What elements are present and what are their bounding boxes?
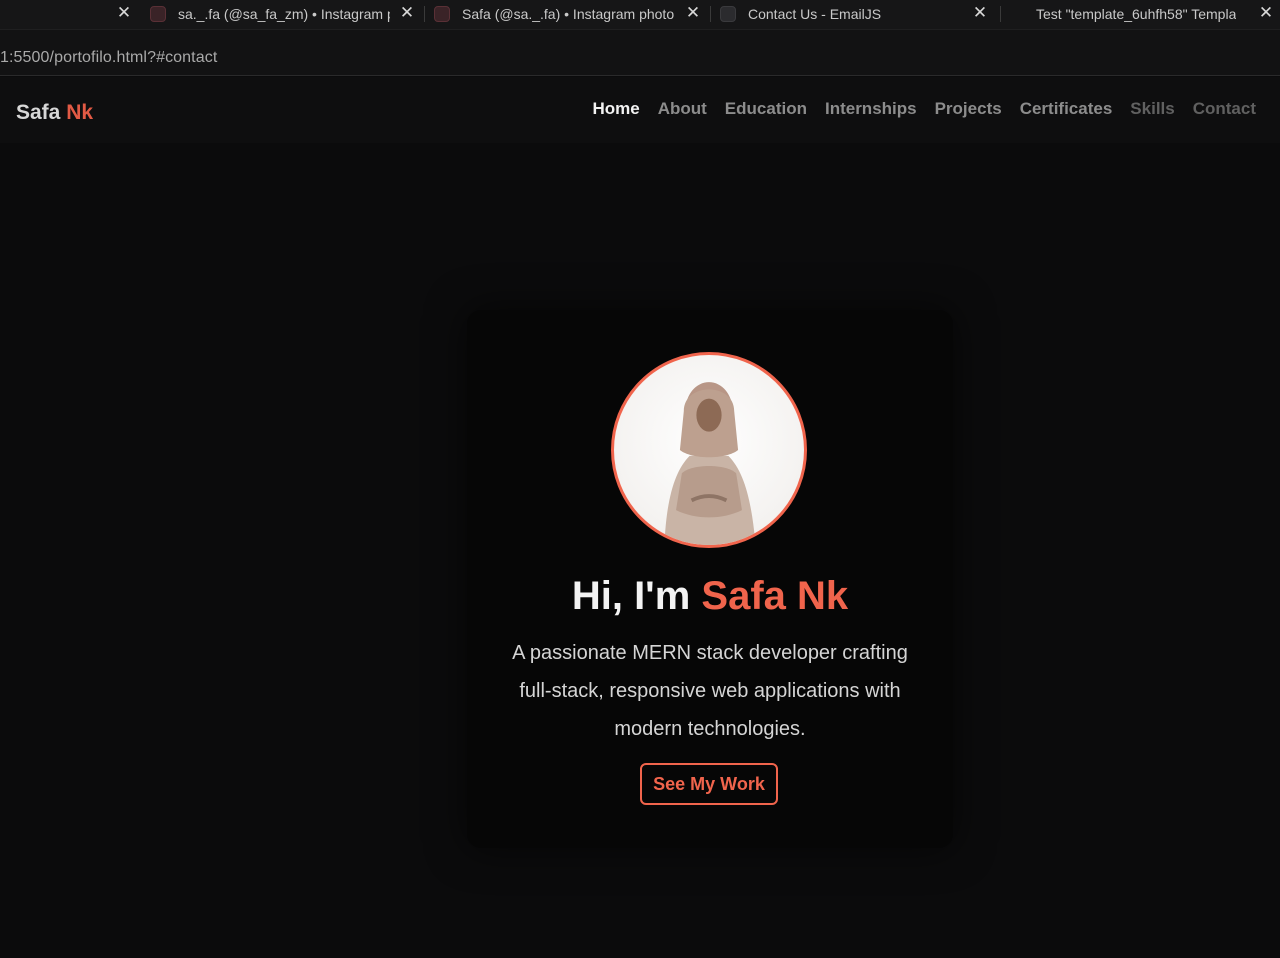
hero-greeting: Hi, I'm bbox=[571, 574, 691, 618]
tab-title: Safa (@sa._.fa) • Instagram photo bbox=[462, 6, 674, 22]
tab-separator bbox=[424, 6, 425, 22]
browser-tab-strip: ✕ sa._.fa (@sa_fa_zm) • Instagram p ✕ Sa… bbox=[0, 0, 1280, 30]
url-text[interactable]: 1:5500/portofilo.html?#contact bbox=[0, 49, 217, 67]
hero-name: Safa Nk bbox=[701, 574, 849, 618]
tab-title: Test "template_6uhfh58" Templa bbox=[1036, 6, 1237, 22]
site-navbar: Safa Nk Home About Education Internships… bbox=[0, 77, 1280, 143]
instagram-icon bbox=[434, 6, 450, 22]
nav-home[interactable]: Home bbox=[592, 99, 639, 119]
nav-projects[interactable]: Projects bbox=[935, 99, 1002, 119]
close-icon[interactable]: ✕ bbox=[1257, 3, 1275, 23]
address-bar[interactable]: 1:5500/portofilo.html?#contact bbox=[0, 30, 1280, 76]
nav-education[interactable]: Education bbox=[725, 99, 807, 119]
nav-internships[interactable]: Internships bbox=[825, 99, 917, 119]
browser-tab[interactable]: Test "template_6uhfh58" Templa bbox=[1008, 0, 1246, 28]
close-icon[interactable]: ✕ bbox=[971, 3, 989, 23]
nav-contact[interactable]: Contact bbox=[1193, 99, 1256, 119]
nav-certificates[interactable]: Certificates bbox=[1020, 99, 1113, 119]
close-icon[interactable]: ✕ bbox=[115, 3, 133, 23]
brand-last-name: Nk bbox=[66, 101, 94, 124]
nav-skills[interactable]: Skills bbox=[1130, 99, 1174, 119]
emailjs-icon bbox=[720, 6, 736, 22]
close-icon[interactable]: ✕ bbox=[398, 3, 416, 23]
tab-separator bbox=[1000, 6, 1001, 22]
brand-logo[interactable]: Safa Nk bbox=[16, 101, 93, 125]
instagram-icon bbox=[150, 6, 166, 22]
browser-tab[interactable]: Contact Us - EmailJS bbox=[720, 0, 960, 28]
nav-about[interactable]: About bbox=[658, 99, 707, 119]
browser-tab[interactable]: sa._.fa (@sa_fa_zm) • Instagram p bbox=[150, 0, 390, 28]
hero-title: Hi, I'm Safa Nk bbox=[467, 574, 953, 619]
profile-avatar bbox=[611, 352, 807, 548]
hero-subtitle: A passionate MERN stack developer crafti… bbox=[512, 642, 908, 740]
profile-photo bbox=[664, 382, 756, 545]
close-icon[interactable]: ✕ bbox=[684, 3, 702, 23]
hero-card: Hi, I'm Safa Nk A passionate MERN stack … bbox=[467, 310, 953, 848]
see-my-work-button[interactable]: See My Work bbox=[640, 763, 778, 805]
brand-first-name: Safa bbox=[16, 101, 61, 124]
tab-title: sa._.fa (@sa_fa_zm) • Instagram p bbox=[178, 6, 390, 22]
tab-separator bbox=[710, 6, 711, 22]
tab-title: Contact Us - EmailJS bbox=[748, 6, 882, 22]
browser-tab[interactable]: Safa (@sa._.fa) • Instagram photo bbox=[434, 0, 674, 28]
nav-links: Home About Education Internships Project… bbox=[592, 99, 1256, 119]
